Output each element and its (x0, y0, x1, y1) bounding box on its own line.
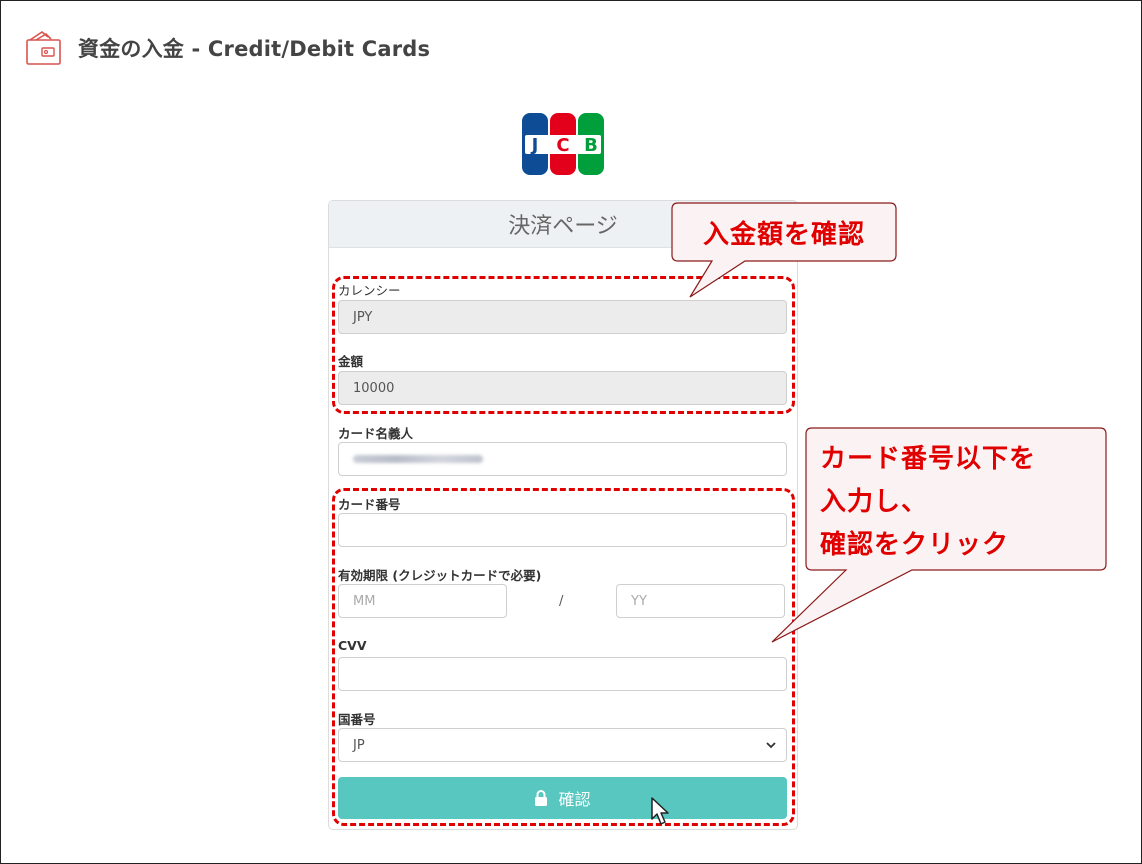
svg-text:C: C (556, 135, 569, 156)
callout-confirm-amount: 入金額を確認 (702, 219, 865, 250)
wallet-icon (26, 31, 61, 65)
redacted-name (353, 455, 483, 463)
page-title: 資金の入金 - Credit/Debit Cards (78, 37, 431, 61)
callout-line-3: 確認をクリック (820, 530, 1010, 560)
cardholder-label: カード名義人 (338, 426, 414, 441)
page-header: 資金の入金 - Credit/Debit Cards (24, 28, 430, 68)
card-fields-highlight-box (332, 488, 795, 826)
callout-enter-card: カード番号以下を 入力し、 確認をクリック (806, 428, 1106, 570)
jcb-logo: J C B (522, 113, 604, 175)
callout-line-1: カード番号以下を (820, 444, 1037, 474)
cardholder-field[interactable] (338, 442, 787, 476)
panel-heading: 決済ページ (508, 214, 618, 239)
mouse-cursor-icon (651, 797, 669, 825)
amount-highlight-box (332, 276, 795, 414)
callout-line-2: 入力し、 (820, 487, 929, 517)
svg-text:J: J (530, 135, 539, 156)
svg-text:B: B (584, 135, 598, 156)
